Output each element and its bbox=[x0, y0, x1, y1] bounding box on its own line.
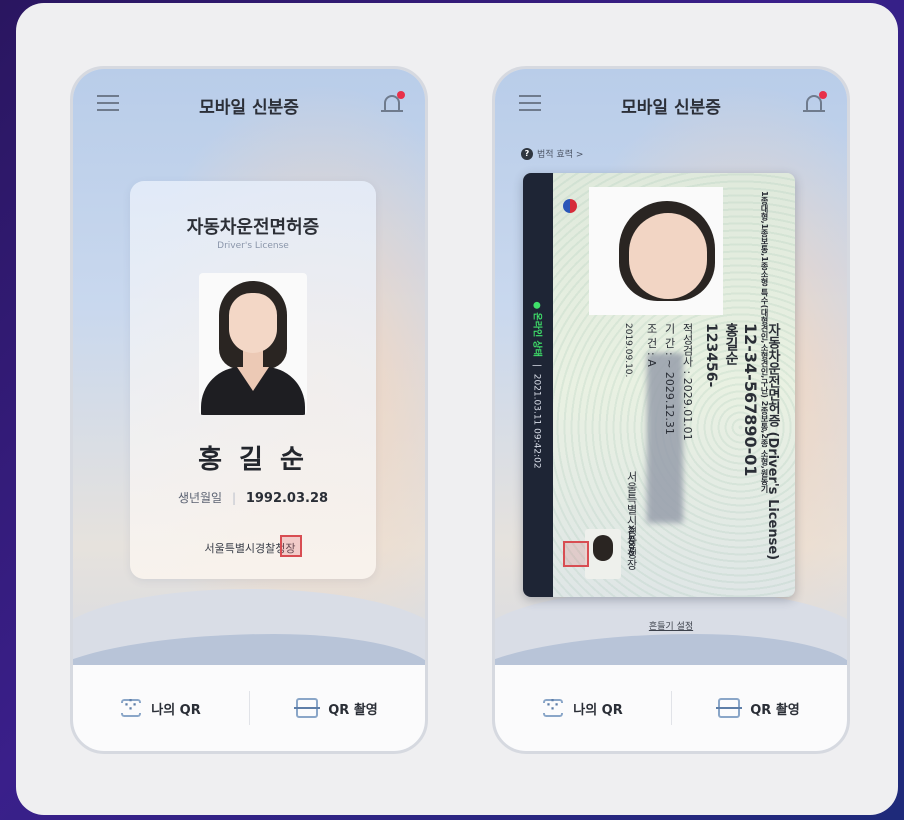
scan-qr-label: QR 촬영 bbox=[328, 702, 378, 718]
my-qr-label: 나의 QR bbox=[573, 702, 623, 718]
scan-qr-button[interactable]: QR 촬영 bbox=[671, 665, 847, 751]
date-of-birth: 생년월일 | 1992.03.28 bbox=[177, 491, 329, 506]
scan-qr-label: QR 촬영 bbox=[750, 702, 800, 718]
holder-name: 홍 길 순 bbox=[198, 445, 308, 475]
license-name: 홍길순 bbox=[723, 323, 739, 365]
notification-dot bbox=[819, 91, 827, 99]
license-header: 자동차운전면허증 (Driver's License) bbox=[765, 323, 780, 561]
legal-effect-link[interactable]: ? 법적 효력 > bbox=[521, 147, 583, 160]
physical-license-card[interactable]: ● 온라인 상태 | 2021.03.11 09:42:02 1종대형,1종보통… bbox=[523, 173, 795, 597]
license-photo bbox=[589, 187, 723, 315]
issue-date: 2019.09.10. bbox=[623, 323, 633, 378]
notification-bell-icon[interactable] bbox=[381, 91, 405, 115]
status-strip-text: ● 온라인 상태 | 2021.03.11 09:42:02 bbox=[531, 301, 542, 469]
notification-dot bbox=[397, 91, 405, 99]
scan-icon bbox=[716, 698, 743, 718]
notification-bell-icon[interactable] bbox=[803, 91, 827, 115]
legal-effect-label: 법적 효력 > bbox=[537, 150, 584, 160]
aptitude-test: 적성검사 : 2029.01.01 bbox=[681, 323, 694, 441]
resident-number: 123456- bbox=[703, 323, 719, 388]
card-title: 자동차운전면허증 bbox=[186, 217, 320, 238]
issuer: 서울특별시경찰청장 bbox=[130, 535, 376, 557]
card-subtitle: Driver's License bbox=[217, 241, 289, 251]
license-code: XLED7D bbox=[627, 525, 635, 557]
dob-label: 생년월일 bbox=[177, 491, 223, 505]
my-qr-label: 나의 QR bbox=[151, 702, 201, 718]
conditions: 조 건 : A bbox=[645, 323, 658, 367]
validity-period: 기 간 : ~ 2029.12.31 bbox=[663, 323, 676, 435]
photo-face bbox=[229, 293, 277, 353]
scan-qr-button[interactable]: QR 촬영 bbox=[249, 665, 425, 751]
dob-value: 1992.03.28 bbox=[245, 491, 329, 506]
license-number: 12-34-567890-01 bbox=[741, 323, 760, 477]
id-photo bbox=[199, 273, 307, 415]
seal-icon bbox=[563, 541, 589, 567]
bell-base bbox=[381, 110, 403, 112]
online-status: ● 온라인 상태 bbox=[531, 301, 542, 357]
qr-icon bbox=[543, 696, 563, 717]
small-photo bbox=[585, 529, 621, 579]
bottom-bar: 나의 QR QR 촬영 bbox=[495, 665, 847, 751]
status-timestamp: 2021.03.11 09:42:02 bbox=[531, 373, 542, 469]
my-qr-button[interactable]: 나의 QR bbox=[495, 665, 671, 751]
help-icon: ? bbox=[521, 147, 533, 160]
status-strip: ● 온라인 상태 | 2021.03.11 09:42:02 bbox=[523, 173, 553, 597]
bell-base bbox=[803, 110, 825, 112]
phone-left: 모바일 신분증 자동차운전면허증 Driver's License 홍 길 순 … bbox=[70, 66, 428, 754]
app-title: 모바일 신분증 bbox=[199, 98, 299, 118]
scan-icon bbox=[294, 698, 321, 718]
bottom-bar: 나의 QR QR 촬영 bbox=[73, 665, 425, 751]
phone-right: 모바일 신분증 ? 법적 효력 > ● 온라인 상태 | 2021.03.11 … bbox=[492, 66, 850, 754]
top-bar: 모바일 신분증 bbox=[495, 85, 847, 125]
photo-face bbox=[629, 213, 707, 299]
top-bar: 모바일 신분증 bbox=[73, 85, 425, 125]
qr-icon bbox=[121, 696, 141, 717]
national-emblem-icon bbox=[563, 199, 577, 213]
license-card[interactable]: 자동차운전면허증 Driver's License 홍 길 순 생년월일 | 1… bbox=[130, 181, 376, 579]
shake-setting-link[interactable]: 흔들기 설정 bbox=[495, 619, 847, 632]
my-qr-button[interactable]: 나의 QR bbox=[73, 665, 249, 751]
seal-icon bbox=[279, 535, 302, 557]
app-title: 모바일 신분증 bbox=[621, 98, 721, 118]
